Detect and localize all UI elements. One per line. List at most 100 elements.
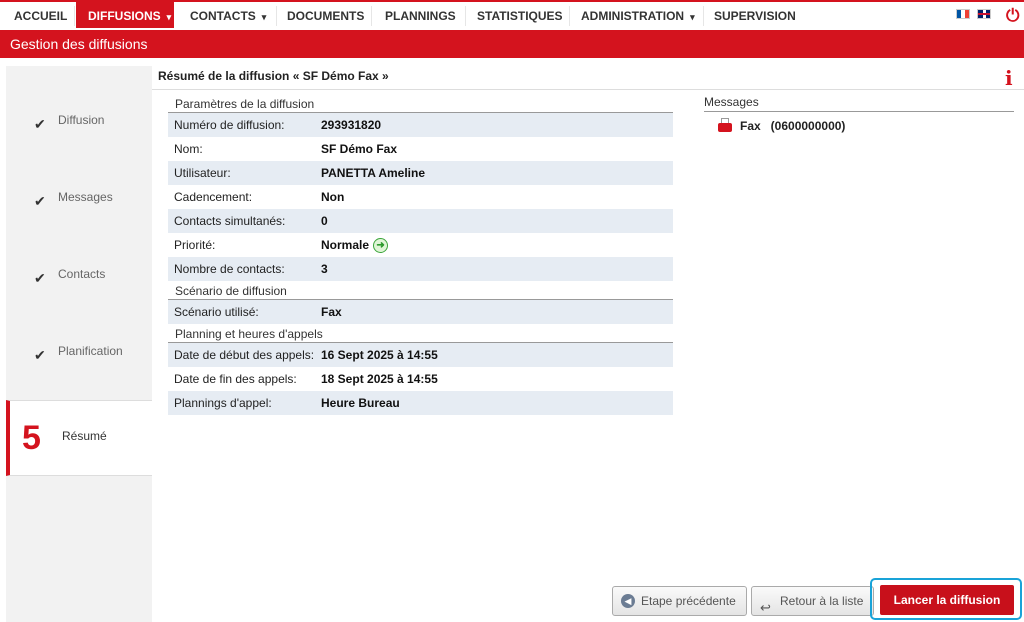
chevron-down-icon: ▾ xyxy=(261,12,267,22)
section-header: Paramètres de la diffusion xyxy=(168,95,673,113)
flag-fr-icon[interactable] xyxy=(956,9,970,19)
nav-supervision[interactable]: SUPERVISION xyxy=(714,0,796,28)
step-label: Contacts xyxy=(58,267,106,281)
back-to-list-button[interactable]: ↩ Retour à la liste xyxy=(751,586,875,616)
row-value: PANETTA Ameline xyxy=(321,166,426,180)
nav-divider xyxy=(703,6,704,26)
row-value: 293931820 xyxy=(321,118,382,132)
step-number: 5 xyxy=(22,419,41,457)
row-key: Nom: xyxy=(174,142,203,156)
row-key: Priorité: xyxy=(174,238,216,252)
power-icon[interactable]: ⏻ xyxy=(1006,6,1019,26)
nav-contacts[interactable]: CONTACTS ▾ xyxy=(190,0,266,28)
nav-divider xyxy=(371,6,372,26)
row-key: Scénario utilisé: xyxy=(174,305,259,319)
page-title: Gestion des diffusions xyxy=(10,36,148,52)
chevron-down-icon: ▾ xyxy=(690,12,695,22)
nav-divider xyxy=(74,6,75,26)
fax-icon xyxy=(718,118,732,133)
check-icon: ✔ xyxy=(34,116,46,132)
nav-documents[interactable]: DOCUMENTS xyxy=(287,0,364,28)
row-value: 18 Sept 2025 à 14:55 xyxy=(321,372,438,386)
row-value: Non xyxy=(321,190,345,204)
row-value: Normale xyxy=(321,238,370,252)
arrow-left-icon: ◀ xyxy=(621,594,635,608)
row-value: 16 Sept 2025 à 14:55 xyxy=(321,348,438,362)
button-label: Etape précédente xyxy=(641,594,736,608)
button-label: Retour à la liste xyxy=(780,594,864,608)
chevron-down-icon: ▾ xyxy=(166,12,172,22)
info-icon[interactable]: i xyxy=(1005,66,1013,90)
page-header: Gestion des diffusions xyxy=(0,30,1024,58)
step-label: Messages xyxy=(58,190,113,204)
table-row: Priorité: Normale ➜ xyxy=(168,233,673,257)
table-row: Date de début des appels: 16 Sept 2025 à … xyxy=(168,343,673,367)
check-icon: ✔ xyxy=(34,193,46,209)
table-row: Nombre de contacts: 3 xyxy=(168,257,673,281)
section-header: Scénario de diffusion xyxy=(168,282,673,300)
nav-label: ACCUEIL xyxy=(14,9,68,23)
top-navigation: ACCUEIL DIFFUSIONS ▾ CONTACTS ▾ DOCUMENTS … xyxy=(0,0,1024,30)
nav-statistiques[interactable]: STATISTIQUES xyxy=(477,0,563,28)
table-row: Date de fin des appels: 18 Sept 2025 à 14… xyxy=(168,367,673,391)
nav-label: ADMINISTRATION xyxy=(581,9,685,23)
row-value: Fax xyxy=(321,305,342,319)
row-value: Heure Bureau xyxy=(321,396,400,410)
nav-plannings[interactable]: PLANNINGS xyxy=(385,0,456,28)
return-arrow-icon: ↩ xyxy=(760,600,771,615)
check-icon: ✔ xyxy=(34,270,46,286)
messages-panel: Messages Fax (0600000000) xyxy=(704,95,1014,138)
table-row: Contacts simultanés: 0 xyxy=(168,209,673,233)
step-label: Diffusion xyxy=(58,113,105,127)
step-resume[interactable]: 5 Résumé xyxy=(6,400,152,476)
row-value: SF Démo Fax xyxy=(321,142,398,156)
section-header: Planning et heures d'appels xyxy=(168,325,673,343)
divider xyxy=(152,89,1024,90)
row-key: Plannings d'appel: xyxy=(174,396,272,410)
button-label: Lancer la diffusion xyxy=(893,593,1001,607)
step-label: Planification xyxy=(58,344,123,358)
table-row: Plannings d'appel: Heure Bureau xyxy=(168,391,673,415)
launch-diffusion-button[interactable]: Lancer la diffusion xyxy=(880,585,1014,615)
previous-step-button[interactable]: ◀ Etape précédente xyxy=(612,586,747,616)
flag-en-icon[interactable] xyxy=(977,9,992,19)
nav-divider xyxy=(569,6,570,26)
nav-label: DIFFUSIONS xyxy=(88,9,161,23)
row-value-priority: Normale ➜ xyxy=(321,233,389,257)
check-icon: ✔ xyxy=(34,347,46,363)
row-key: Utilisateur: xyxy=(174,166,231,180)
summary-table: Paramètres de la diffusion Numéro de dif… xyxy=(168,95,673,415)
nav-divider xyxy=(465,6,466,26)
launch-highlight: Lancer la diffusion xyxy=(870,578,1022,620)
row-key: Date de fin des appels: xyxy=(174,372,297,386)
step-label: Résumé xyxy=(62,429,107,443)
nav-label: SUPERVISION xyxy=(714,9,796,23)
nav-label: STATISTIQUES xyxy=(477,9,563,23)
step-planification[interactable]: ✔ Planification xyxy=(6,317,152,393)
nav-label: PLANNINGS xyxy=(385,9,456,23)
row-value: 3 xyxy=(321,262,328,276)
table-row: Scénario utilisé: Fax xyxy=(168,300,673,324)
row-key: Numéro de diffusion: xyxy=(174,118,285,132)
step-messages[interactable]: ✔ Messages xyxy=(6,163,152,239)
summary-title: Résumé de la diffusion « SF Démo Fax » xyxy=(158,69,389,83)
language-switcher xyxy=(956,9,992,23)
wizard-sidebar: ✔ Diffusion ✔ Messages ✔ Contacts ✔ Plan… xyxy=(6,66,152,622)
row-key: Contacts simultanés: xyxy=(174,214,286,228)
table-row: Utilisateur: PANETTA Ameline xyxy=(168,161,673,185)
step-contacts[interactable]: ✔ Contacts xyxy=(6,240,152,316)
row-key: Cadencement: xyxy=(174,190,253,204)
table-row: Cadencement: Non xyxy=(168,185,673,209)
row-value: 0 xyxy=(321,214,328,228)
arrow-right-icon[interactable]: ➜ xyxy=(373,238,389,254)
nav-administration[interactable]: ADMINISTRATION ▾ xyxy=(581,0,695,28)
list-item: Fax (0600000000) xyxy=(704,112,1014,138)
nav-accueil[interactable]: ACCUEIL xyxy=(14,0,67,28)
row-key: Nombre de contacts: xyxy=(174,262,285,276)
step-diffusion[interactable]: ✔ Diffusion xyxy=(6,86,152,162)
table-row: Nom: SF Démo Fax xyxy=(168,137,673,161)
table-row: Numéro de diffusion: 293931820 xyxy=(168,113,673,137)
nav-label: DOCUMENTS xyxy=(287,9,365,23)
messages-heading: Messages xyxy=(704,95,1014,112)
nav-diffusions[interactable]: DIFFUSIONS ▾ xyxy=(76,0,174,28)
